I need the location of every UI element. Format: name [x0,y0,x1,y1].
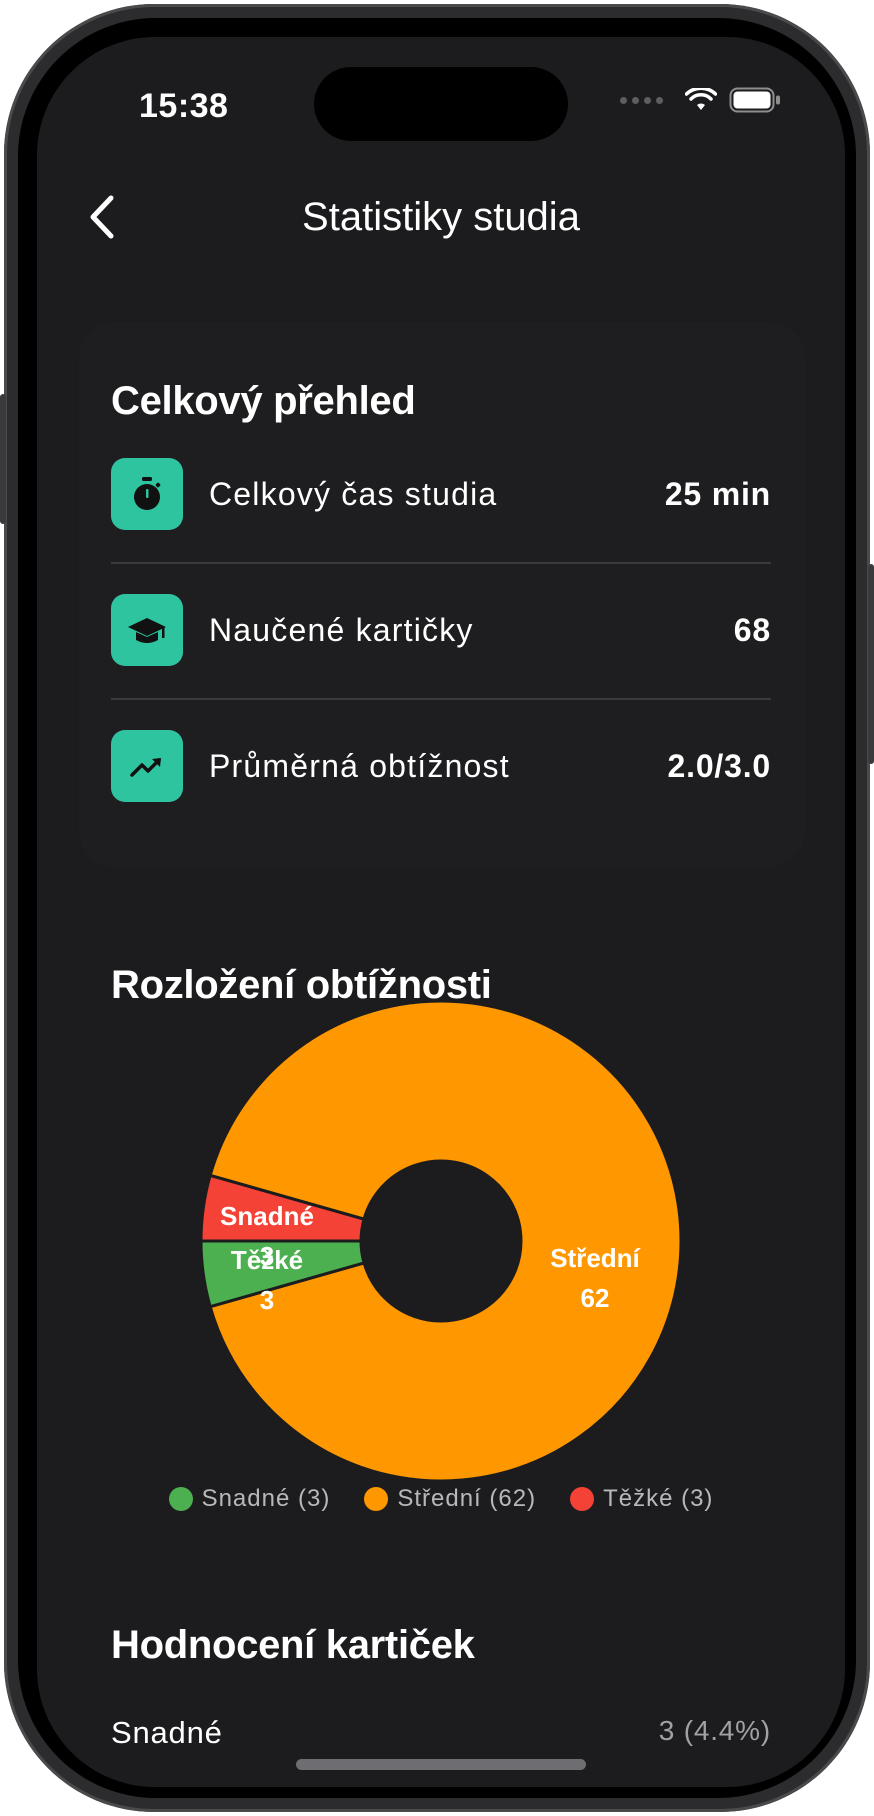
trending-up-icon [111,730,183,802]
legend-item-medium: Střední (62) [364,1485,536,1513]
pie-slice-střední [208,999,683,1483]
status-time: 15:38 [139,87,229,125]
home-indicator [296,1759,586,1770]
divider [111,562,771,564]
stat-value: 25 min [664,475,771,512]
chart-legend: Snadné (3) Střední (62) Těžké (3) [37,1485,845,1513]
stat-row-study-time: Celkový čas studia 25 min [111,458,771,530]
stat-value: 68 [733,611,771,648]
stat-label: Celkový čas studia [209,475,498,512]
wifi-icon [685,88,717,110]
stat-label: Naučené kartičky [209,611,474,648]
legend-item-hard: Těžké (3) [570,1485,713,1513]
page-title: Statistiky studia [302,195,580,239]
pie-label-snadné: Snadné 3 [220,1201,314,1271]
stat-row-average-difficulty: Průměrná obtížnost 2.0/3.0 [111,730,771,802]
legend-dot-medium [364,1487,389,1511]
pie-slice-těžké [199,1173,366,1243]
graduation-cap-icon [111,594,183,666]
device-frame: 15:38 Statistiky studia Celkový přehled … [0,4,874,1812]
stat-label: Průměrná obtížnost [209,747,510,784]
legend-label: Střední (62) [397,1485,537,1512]
difficulty-pie-chart: Těžké 3 Střední 62 Snadné 3 [199,999,683,1483]
legend-label: Snadné (3) [201,1485,331,1512]
legend-dot-hard [570,1487,595,1511]
battery-icon [729,87,780,113]
stat-value: 2.0/3.0 [667,747,771,784]
pie-label-střední: Střední 62 [550,1243,640,1313]
stopwatch-icon [111,458,183,530]
screen: 15:38 Statistiky studia Celkový přehled … [37,37,845,1787]
difficulty-title: Rozložení obtížnosti [111,963,492,1007]
stat-row-learned-cards: Naučené kartičky 68 [111,594,771,666]
dynamic-island [314,67,568,141]
power-button [868,564,874,764]
legend-dot-easy [168,1487,193,1511]
rating-row-easy: Snadné 3 (4.4%) [111,1715,771,1751]
divider [111,698,771,700]
legend-item-easy: Snadné (3) [168,1485,331,1513]
signal-icon [620,96,663,104]
volume-button [0,394,6,524]
pie-slice-snadné [199,1239,366,1309]
overview-title: Celkový přehled [111,379,416,423]
ratings-title: Hodnocení kartiček [111,1623,475,1667]
legend-label: Těžké (3) [603,1485,714,1512]
pie-label-těžké: Těžké 3 [231,1245,303,1315]
status-indicators [620,87,781,113]
rating-value: 3 (4.4%) [658,1715,771,1746]
rating-label: Snadné [111,1715,223,1750]
